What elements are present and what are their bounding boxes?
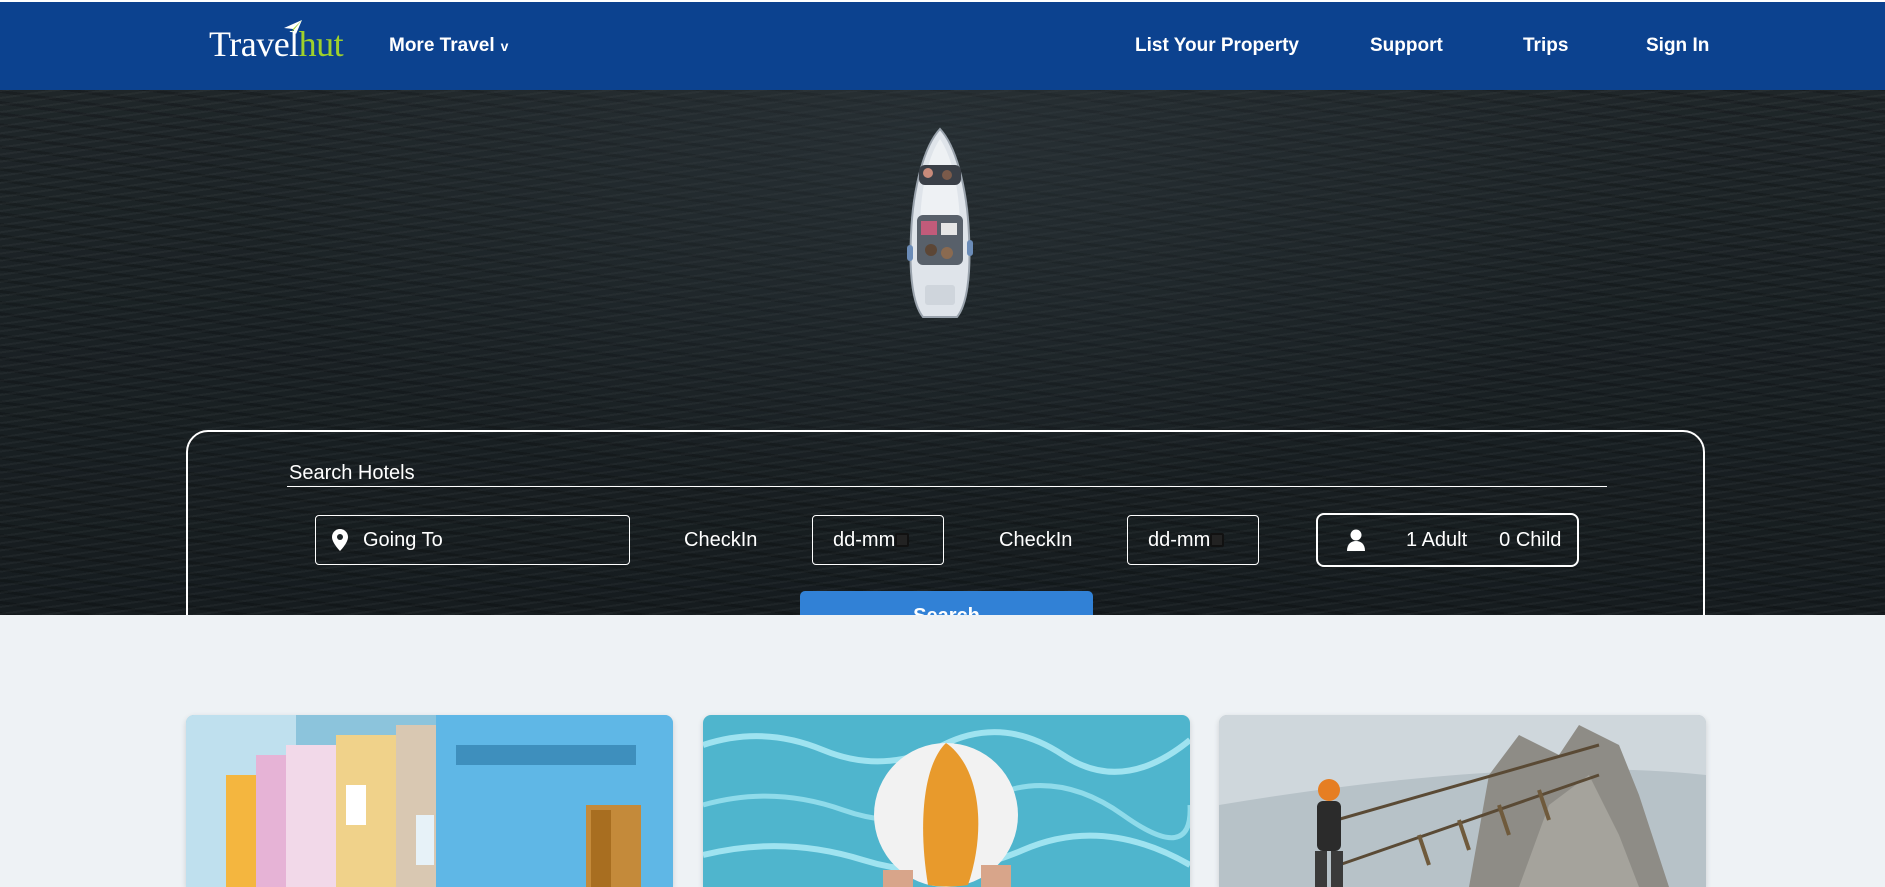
nav-sign-in[interactable]: Sign In [1646, 35, 1709, 57]
search-hotels-title: Search Hotels [289, 462, 415, 484]
more-travel-label: More Travel [389, 35, 495, 56]
top-navigation-bar: Travelhut More Travel v List Your Proper… [0, 0, 1885, 90]
checkin-date-input[interactable]: dd-mm [812, 515, 944, 565]
map-pin-icon [332, 529, 348, 551]
destination-field[interactable] [315, 515, 630, 565]
destination-input[interactable] [363, 528, 603, 552]
nav-support[interactable]: Support [1370, 35, 1443, 57]
children-count: 0 Child [1499, 528, 1562, 551]
divider [287, 486, 1607, 487]
logo-text-hut: hut [298, 24, 344, 64]
search-button[interactable]: Search [800, 591, 1093, 615]
chevron-down-icon: v [500, 38, 509, 54]
more-travel-dropdown[interactable]: More Travel v [389, 35, 508, 57]
paper-plane-icon [284, 20, 302, 34]
colorful-houses-image [186, 715, 673, 887]
destination-card[interactable] [1219, 715, 1706, 887]
rope-bridge-climber-image [1219, 715, 1706, 887]
checkin-date-value: dd-mm [833, 528, 896, 551]
checkout-label: CheckIn [999, 529, 1073, 551]
destination-card[interactable] [186, 715, 673, 887]
hotel-search-panel: Search Hotels CheckIn dd-mm CheckIn dd-m… [186, 430, 1705, 615]
nav-list-your-property[interactable]: List Your Property [1135, 35, 1299, 57]
travelhut-logo[interactable]: Travelhut [209, 20, 344, 66]
calendar-icon[interactable] [895, 533, 910, 547]
guests-selector[interactable]: 1 Adult 0 Child [1316, 513, 1579, 567]
destination-card[interactable] [703, 715, 1190, 887]
calendar-icon[interactable] [1210, 533, 1225, 547]
hero-banner: Search Hotels CheckIn dd-mm CheckIn dd-m… [0, 90, 1885, 615]
beach-ball-pool-image [703, 715, 1190, 887]
checkin-label: CheckIn [684, 529, 758, 551]
speedboat-image [907, 127, 973, 318]
person-icon [1347, 529, 1365, 551]
checkout-date-input[interactable]: dd-mm [1127, 515, 1259, 565]
nav-trips[interactable]: Trips [1523, 35, 1568, 57]
checkout-date-value: dd-mm [1148, 528, 1211, 551]
adults-count: 1 Adult [1406, 528, 1468, 551]
